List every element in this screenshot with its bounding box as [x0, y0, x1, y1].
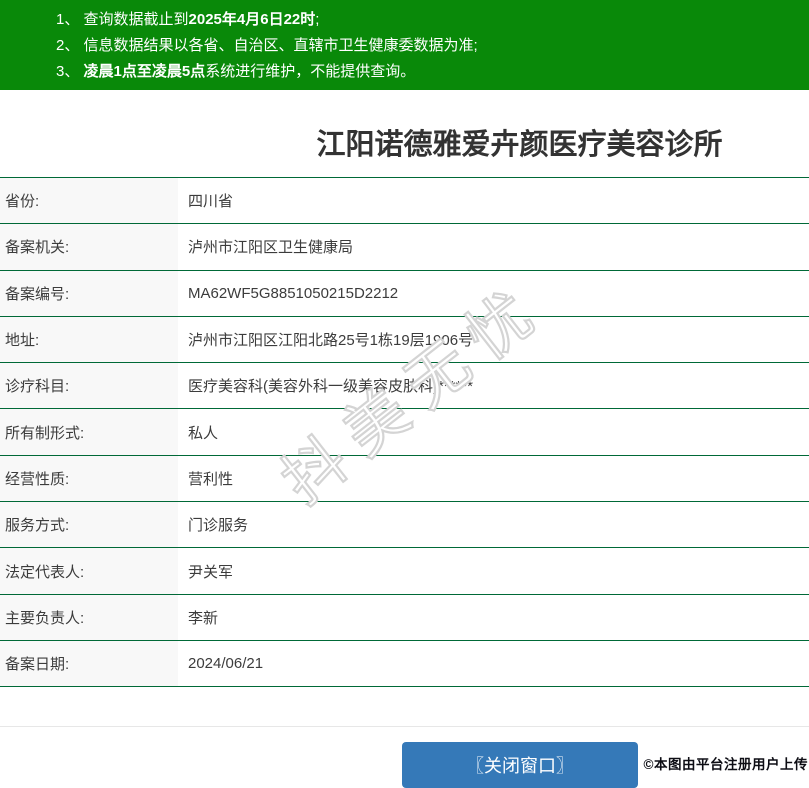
row-value: 私人 — [188, 424, 219, 442]
table-row: 服务方式: 门诊服务 — [0, 502, 809, 549]
row-value: 门诊服务 — [188, 517, 249, 535]
notice-text: ; — [315, 11, 320, 28]
row-value: 泸州市江阳区江阳北路25号1栋19层1906号 — [188, 332, 474, 350]
notice-bold-text: 2025年4月6日22时 — [188, 11, 316, 28]
row-label: 服务方式: — [0, 502, 178, 548]
row-label: 备案日期: — [0, 640, 178, 687]
row-value: 医疗美容科(美容外科一级美容皮肤科)****** — [188, 378, 474, 396]
row-value: 营利性 — [188, 470, 234, 488]
table-row: 法定代表人: 尹关军 — [0, 548, 809, 595]
clinic-name-title: 江阳诺德雅爱卉颜医疗美容诊所 — [316, 129, 723, 161]
table-row: 省份: 四川省 — [0, 178, 809, 225]
row-value: 尹关军 — [188, 563, 234, 581]
row-value: 四川省 — [188, 193, 234, 211]
row-label: 经营性质: — [0, 455, 178, 502]
table-row: 经营性质: 营利性 — [0, 455, 809, 503]
row-label: 地址: — [0, 316, 178, 363]
table-row: 地址: 泸州市江阳区江阳北路25号1栋19层1906号 — [0, 316, 809, 364]
notice-text: 1、 查询数据截止到 — [56, 11, 189, 28]
upload-credit-watermark: ©本图由平台注册用户上传 — [643, 757, 808, 772]
notice-header: 1、 查询数据截止到2025年4月6日22时; 2、 信息数据结果以各省、自治区… — [0, 0, 809, 90]
notice-text: 3、 — [56, 63, 84, 80]
row-label: 诊疗科目: — [0, 363, 178, 409]
row-value: 泸州市江阳区卫生健康局 — [188, 239, 354, 257]
row-value: 李新 — [188, 609, 219, 627]
notice-line-2: 2、 信息数据结果以各省、自治区、直辖市卫生健康委数据为准; — [56, 33, 799, 59]
row-value: 2024/06/21 — [188, 655, 264, 673]
table-row: 诊疗科目: 医疗美容科(美容外科一级美容皮肤科)****** — [0, 363, 809, 410]
row-label: 主要负责人: — [0, 594, 178, 640]
notice-text: 2、 信息数据结果以各省、自治区、直辖市卫生健康委数据为准; — [56, 37, 478, 54]
row-label: 备案编号: — [0, 270, 178, 316]
row-label: 法定代表人: — [0, 548, 178, 594]
table-row: 备案日期: 2024/06/21 — [0, 640, 809, 688]
row-label: 所有制形式: — [0, 409, 178, 455]
row-label: 省份: — [0, 178, 178, 224]
notice-line-3: 3、 凌晨1点至凌晨5点系统进行维护，不能提供查询。 — [56, 59, 799, 85]
table-row: 主要负责人: 李新 — [0, 594, 809, 641]
close-window-button[interactable]: 〖关闭窗口〗 — [402, 742, 638, 788]
table-row: 所有制形式: 私人 — [0, 409, 809, 456]
notice-bold-text: 凌晨1点至凌晨5点 — [83, 63, 206, 80]
notice-line-1: 1、 查询数据截止到2025年4月6日22时; — [56, 7, 799, 33]
table-row: 备案机关: 泸州市江阳区卫生健康局 — [0, 224, 809, 271]
table-row: 备案编号: MA62WF5G8851050215D2212 — [0, 270, 809, 317]
notice-text: 系统进行维护，不能提供查询。 — [205, 63, 416, 80]
footer-divider — [0, 726, 809, 727]
row-value: MA62WF5G8851050215D2212 — [188, 284, 399, 302]
registration-info-table: 省份: 四川省 备案机关: 泸州市江阳区卫生健康局 备案编号: MA62WF5G… — [0, 177, 809, 688]
row-label: 备案机关: — [0, 224, 178, 270]
